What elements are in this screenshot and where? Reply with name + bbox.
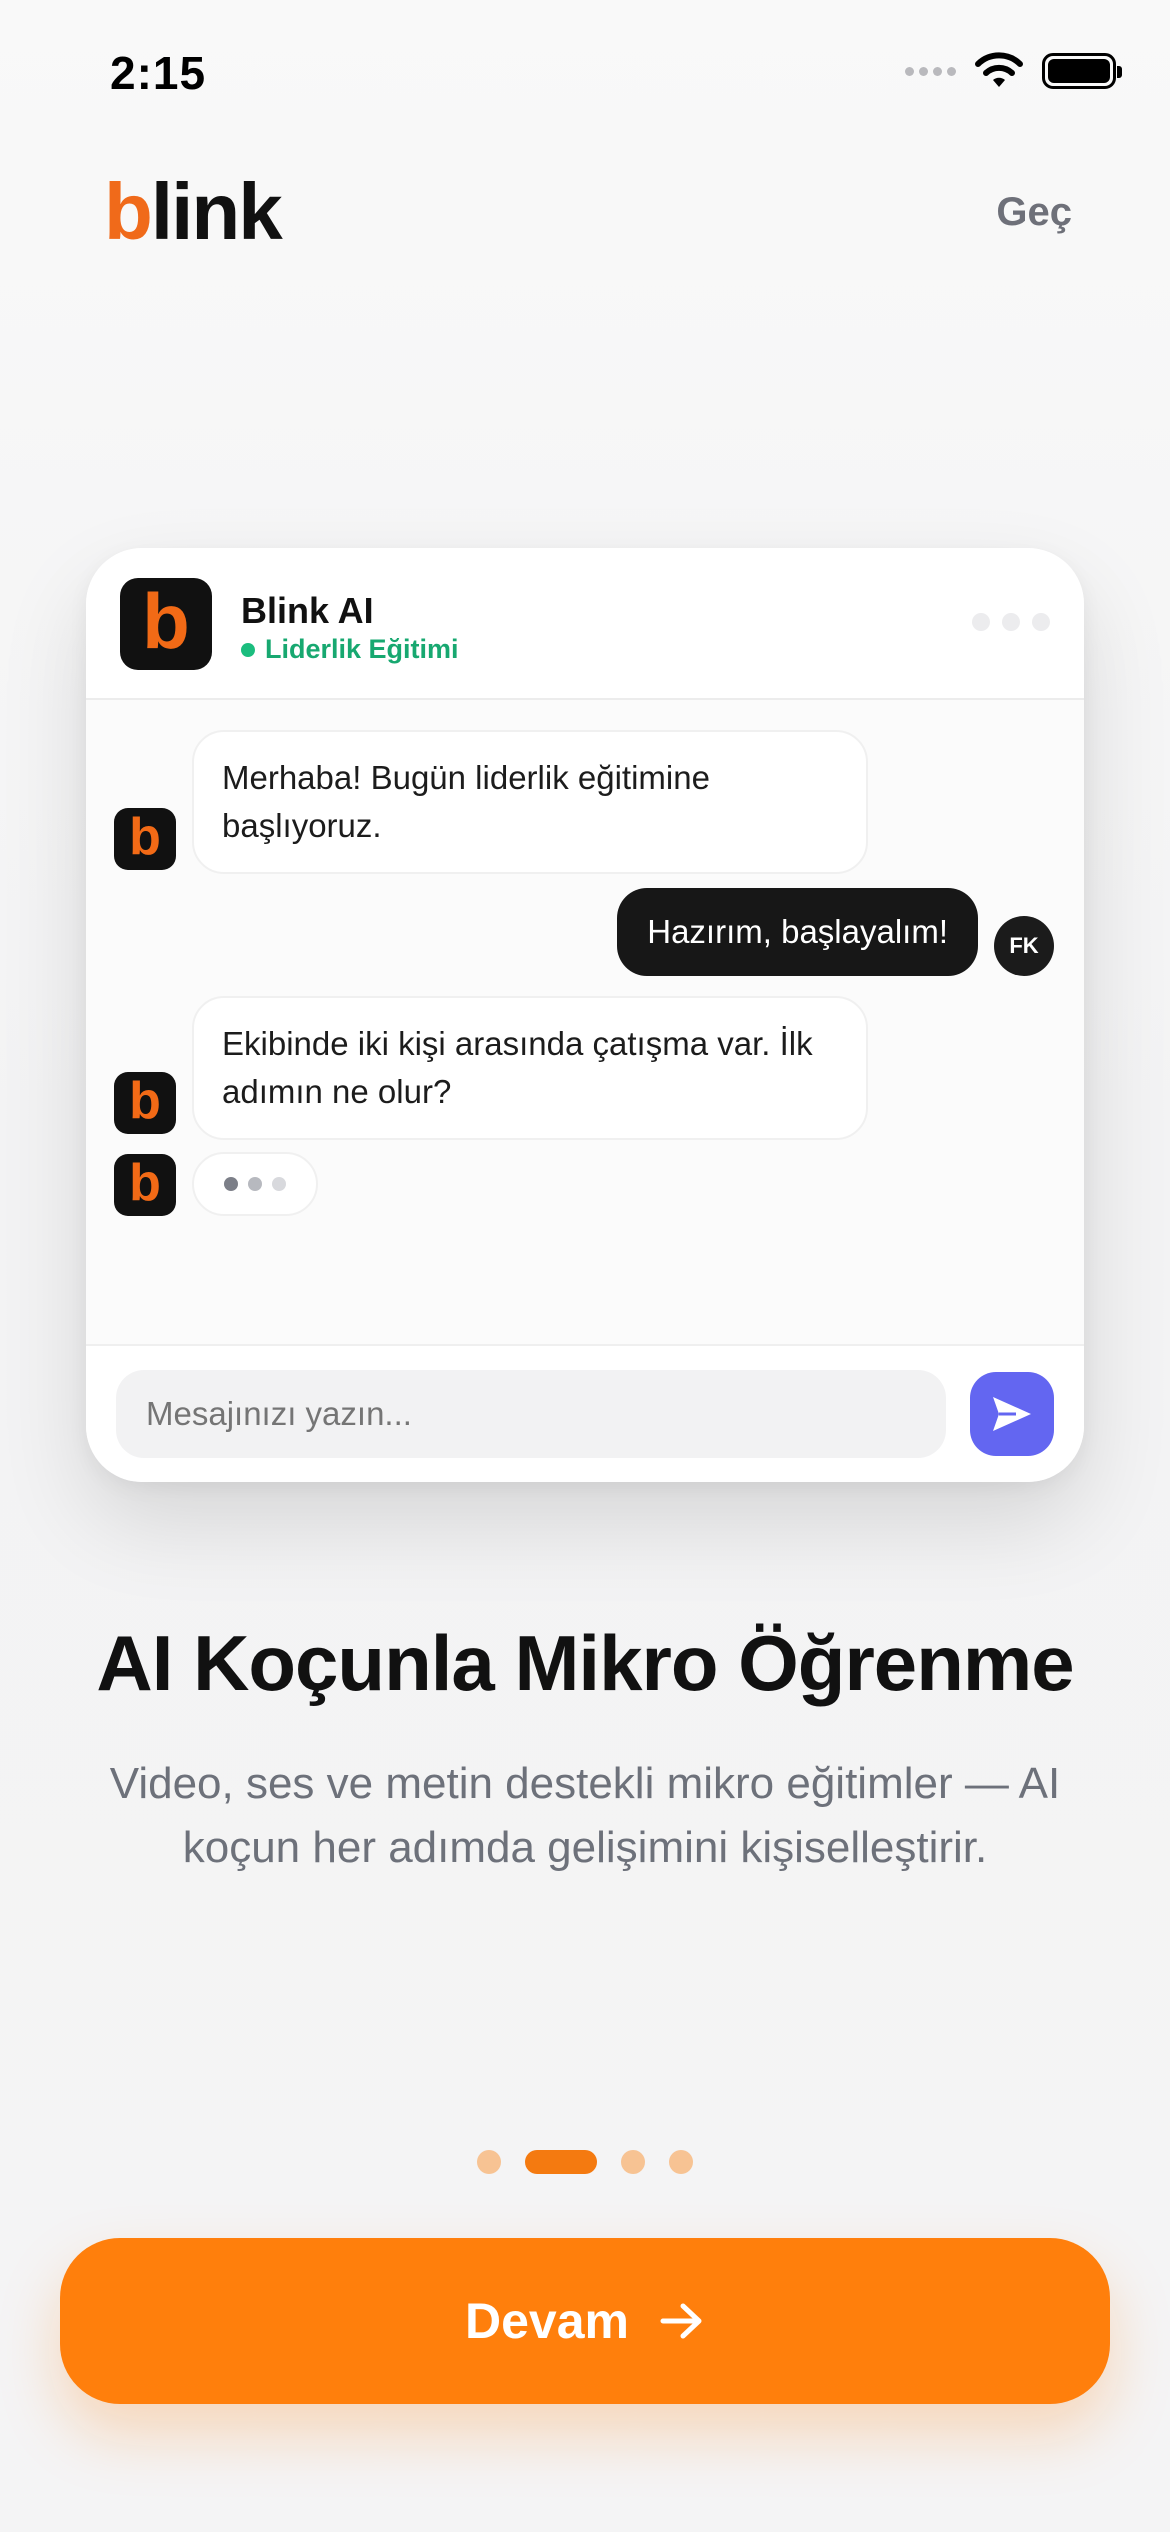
bot-avatar: b (114, 808, 176, 870)
continue-button[interactable]: Devam (60, 2238, 1110, 2404)
status-icons (905, 52, 1122, 90)
continue-label: Devam (465, 2293, 629, 2349)
message-input[interactable] (116, 1370, 946, 1458)
bot-name: Blink AI (241, 590, 374, 631)
bot-avatar: b (114, 1154, 176, 1216)
page-dot[interactable] (621, 2150, 645, 2174)
blink-logo: blink (104, 167, 283, 256)
bot-status-label: Liderlik Eğitimi (265, 634, 459, 664)
page-dot-active[interactable] (525, 2150, 597, 2174)
chat-preview-card: b Blink AI Liderlik Eğitimi b Merhaba! B… (86, 548, 1084, 1482)
onboarding-title: AI Koçunla Mikro Öğrenme (96, 1619, 1074, 1707)
user-message: Hazırım, başlayalım! (617, 888, 978, 976)
battery-icon (1042, 53, 1122, 89)
bot-message: Ekibinde iki kişi arasında çatışma var. … (192, 996, 868, 1140)
page-dot[interactable] (477, 2150, 501, 2174)
online-dot-icon (241, 642, 255, 657)
send-icon (993, 1397, 1031, 1431)
blink-app-icon: b (120, 578, 212, 670)
onboarding-subtitle: Video, ses ve metin destekli mikro eğiti… (109, 1759, 1061, 1872)
bot-avatar: b (114, 1072, 176, 1134)
arrow-right-icon (660, 2303, 702, 2339)
send-button[interactable] (970, 1372, 1054, 1456)
bot-message: Merhaba! Bugün liderlik eğitimine başlıy… (192, 730, 868, 874)
bot-status: Liderlik Eğitimi (241, 634, 459, 665)
user-avatar: FK (994, 916, 1054, 976)
page-dot[interactable] (669, 2150, 693, 2174)
typing-indicator (192, 1152, 318, 1216)
page-indicator (0, 2150, 1170, 2174)
chat-input-bar (86, 1344, 1084, 1482)
signal-icon (905, 66, 956, 76)
more-options-icon[interactable] (972, 613, 1050, 631)
status-time: 2:15 (110, 47, 207, 99)
skip-button[interactable]: Geç (996, 190, 1072, 235)
wifi-icon (975, 52, 1023, 87)
chat-header: b Blink AI Liderlik Eğitimi (86, 548, 1084, 700)
